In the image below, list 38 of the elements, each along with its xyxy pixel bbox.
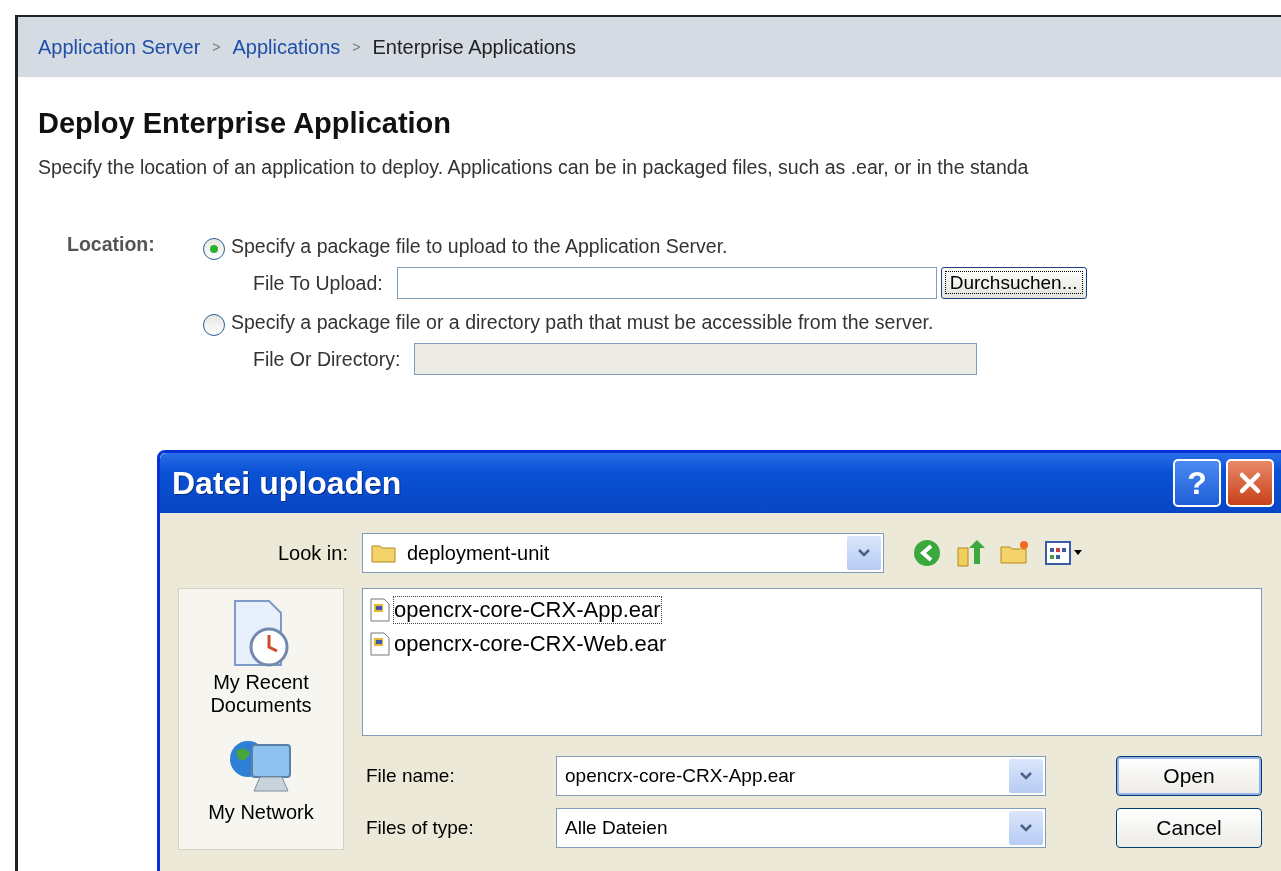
file-icon [369, 632, 391, 656]
file-type-label: Files of type: [365, 817, 475, 839]
breadcrumb-link[interactable]: Applications [232, 35, 341, 59]
field-label: File Or Directory: [253, 347, 401, 371]
page-title: Deploy Enterprise Application [38, 107, 453, 140]
place-item[interactable]: My Network [201, 737, 321, 824]
radio-label: Specify a package file to upload to the Application Server. [231, 234, 728, 258]
input-field[interactable] [396, 267, 937, 299]
file-icon [369, 598, 391, 622]
page-description: Specify the location of an application to deploy. Applications can be in packaged files, such as .ear, or in the standa [38, 156, 1030, 179]
field-label: File To Upload: [253, 271, 383, 295]
help-button[interactable]: ? [1173, 459, 1221, 507]
browse-button[interactable]: Durchsuchen... [940, 267, 1087, 299]
up-folder-icon[interactable] [956, 538, 986, 568]
close-button[interactable] [1226, 459, 1274, 507]
radio-button[interactable] [203, 238, 225, 260]
breadcrumb-link[interactable]: Application Server [38, 35, 201, 59]
back-icon[interactable] [912, 538, 942, 568]
file-item[interactable]: opencrx-core-CRX-Web.ear [369, 627, 1255, 661]
location-label: Location: [67, 232, 156, 257]
breadcrumb-separator: > [212, 39, 221, 55]
file-type-dropdown[interactable]: Alle Dateien [556, 808, 1046, 848]
cancel-button[interactable]: Cancel [1116, 808, 1262, 848]
file-name-field[interactable]: opencrx-core-CRX-App.ear [556, 756, 1046, 796]
file-name: opencrx-core-CRX-App.ear [393, 596, 662, 624]
breadcrumb-current: Enterprise Applications [372, 35, 576, 59]
view-menu-icon[interactable] [1044, 538, 1084, 568]
open-button[interactable]: Open [1116, 756, 1262, 796]
file-item[interactable]: opencrx-core-CRX-App.ear [369, 593, 1255, 627]
look-in-label: Look in: [276, 541, 348, 565]
file-name-label: File name: [365, 765, 456, 787]
file-name: opencrx-core-CRX-Web.ear [393, 630, 668, 658]
radio-label: Specify a package file or a directory path that must be accessible from the server. [231, 310, 934, 334]
folder-icon [371, 543, 397, 563]
place-item[interactable]: My Recent Documents [201, 599, 321, 717]
breadcrumb-separator: > [352, 39, 361, 55]
look-in-dropdown[interactable]: deployment-unit [362, 533, 884, 573]
dialog-title: Datei uploaden [172, 464, 402, 502]
